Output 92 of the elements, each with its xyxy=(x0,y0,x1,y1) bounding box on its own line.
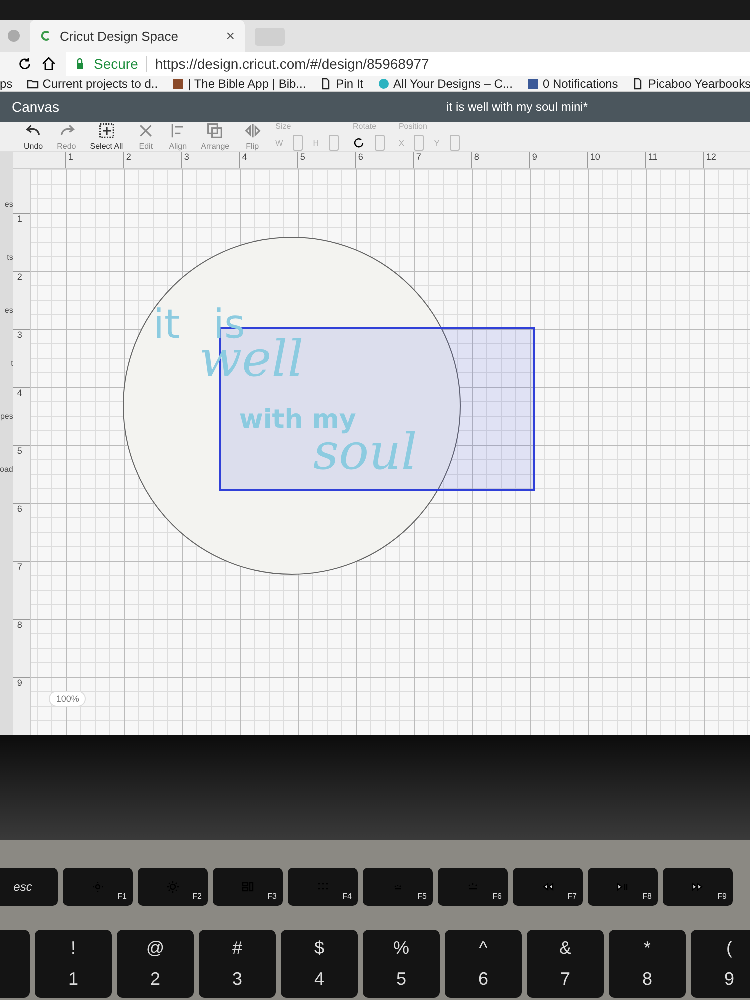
number-key[interactable]: $ 4 xyxy=(281,930,358,998)
ruler-number: 3 xyxy=(13,329,30,387)
sidebar-label[interactable]: oad xyxy=(0,465,14,474)
ruler-number: 1 xyxy=(13,213,30,271)
function-key[interactable]: F1 xyxy=(63,868,133,906)
folder-icon xyxy=(26,78,39,90)
lock-icon xyxy=(74,58,86,70)
ruler-number: 5 xyxy=(297,152,356,168)
secure-label: Secure xyxy=(94,56,138,72)
ruler-number: 9 xyxy=(529,152,588,168)
ruler-number: 1 xyxy=(65,152,124,168)
function-key[interactable]: F9 xyxy=(663,868,733,906)
size-label: Size xyxy=(276,122,292,131)
ruler-number: 6 xyxy=(355,152,414,168)
stepper[interactable] xyxy=(414,135,424,151)
x-label: X xyxy=(398,138,404,148)
bookmark[interactable]: All Your Designs – C... xyxy=(378,76,513,90)
function-key[interactable]: F3 xyxy=(213,868,283,906)
number-key[interactable]: & 7 xyxy=(527,930,604,998)
home-icon xyxy=(42,57,56,71)
stepper[interactable] xyxy=(293,135,304,151)
ruler-number: 4 xyxy=(239,152,298,168)
ruler-number: 4 xyxy=(13,387,30,445)
section-title: Canvas xyxy=(12,99,60,115)
project-title: it is well with my soul mini* xyxy=(446,100,588,114)
function-key[interactable]: F8 xyxy=(588,868,658,906)
bookmark[interactable]: Current projects to d.. xyxy=(26,76,158,90)
ruler-number: 2 xyxy=(13,271,30,329)
rewind-icon xyxy=(542,881,554,893)
ruler-number: 10 xyxy=(587,152,646,168)
number-key[interactable]: % 5 xyxy=(363,930,440,998)
width-label: W xyxy=(276,138,284,148)
number-key[interactable]: @ 2 xyxy=(117,930,194,998)
play-pause-icon xyxy=(617,881,629,893)
c-logo-icon xyxy=(40,30,52,42)
page-icon xyxy=(320,78,332,90)
circle-logo-icon xyxy=(378,78,390,90)
bookmark[interactable]: ps xyxy=(0,76,13,90)
ruler-number: 2 xyxy=(123,152,182,168)
book-icon xyxy=(172,78,184,90)
address-field[interactable]: Secure https://design.cricut.com/#/design/85968977 xyxy=(66,52,750,76)
stepper[interactable] xyxy=(450,135,460,151)
ruler-number: 11 xyxy=(645,152,704,168)
function-key[interactable]: F5 xyxy=(363,868,433,906)
sidebar-label[interactable]: es xyxy=(4,306,14,315)
position-label: Position xyxy=(398,122,428,131)
flip-icon xyxy=(244,122,262,138)
zoom-level[interactable]: 100% xyxy=(49,691,86,707)
fast-forward-icon xyxy=(692,881,704,893)
stepper[interactable] xyxy=(328,135,339,151)
toolbar-button[interactable]: Undo xyxy=(24,122,44,150)
window-button[interactable] xyxy=(8,30,20,42)
reload-icon xyxy=(18,57,32,71)
rotate-icon xyxy=(352,137,365,149)
height-label: H xyxy=(313,138,319,148)
toolbar-button[interactable]: Select All xyxy=(90,122,124,150)
sidebar-label[interactable]: es xyxy=(4,200,14,209)
function-key[interactable]: esc xyxy=(0,868,58,906)
ruler-number: 3 xyxy=(181,152,240,168)
rotate-label: Rotate xyxy=(352,122,378,131)
arrange-icon xyxy=(206,122,224,138)
ruler-number: 12 xyxy=(703,152,750,168)
ruler-number: 6 xyxy=(13,503,30,561)
y-label: Y xyxy=(434,138,440,148)
close-tab-button[interactable]: × xyxy=(226,28,235,44)
bookmark[interactable]: | The Bible App | Bib... xyxy=(172,76,306,90)
ruler-number: 7 xyxy=(413,152,472,168)
ruler-number: 8 xyxy=(471,152,530,168)
key[interactable] xyxy=(0,930,30,998)
sidebar-label[interactable]: pes xyxy=(0,412,14,421)
number-key[interactable]: ^ 6 xyxy=(445,930,522,998)
ruler-number: 5 xyxy=(13,445,30,503)
bookmark[interactable]: Pin It xyxy=(320,76,364,90)
url-text: https://design.cricut.com/#/design/85968977 xyxy=(146,56,430,72)
function-key[interactable]: F6 xyxy=(438,868,508,906)
ruler-number: 8 xyxy=(13,619,30,677)
page-icon xyxy=(632,78,644,90)
function-key[interactable]: F2 xyxy=(138,868,208,906)
number-key[interactable]: * 8 xyxy=(609,930,686,998)
function-key[interactable]: F7 xyxy=(513,868,583,906)
select-all-icon xyxy=(98,122,116,138)
browser-tab[interactable]: Cricut Design Space × xyxy=(30,20,245,52)
number-key[interactable]: # 3 xyxy=(199,930,276,998)
number-key[interactable]: ! 1 xyxy=(35,930,112,998)
bookmark[interactable]: 0 Notifications xyxy=(526,76,618,90)
tab-title: Cricut Design Space xyxy=(60,28,180,44)
sidebar-label[interactable]: ts xyxy=(7,253,14,262)
ruler-number: 7 xyxy=(13,561,30,619)
square-logo-icon xyxy=(526,78,539,90)
function-key[interactable]: F4 xyxy=(288,868,358,906)
stepper[interactable] xyxy=(374,135,385,151)
number-key[interactable]: ( 9 xyxy=(691,930,750,998)
